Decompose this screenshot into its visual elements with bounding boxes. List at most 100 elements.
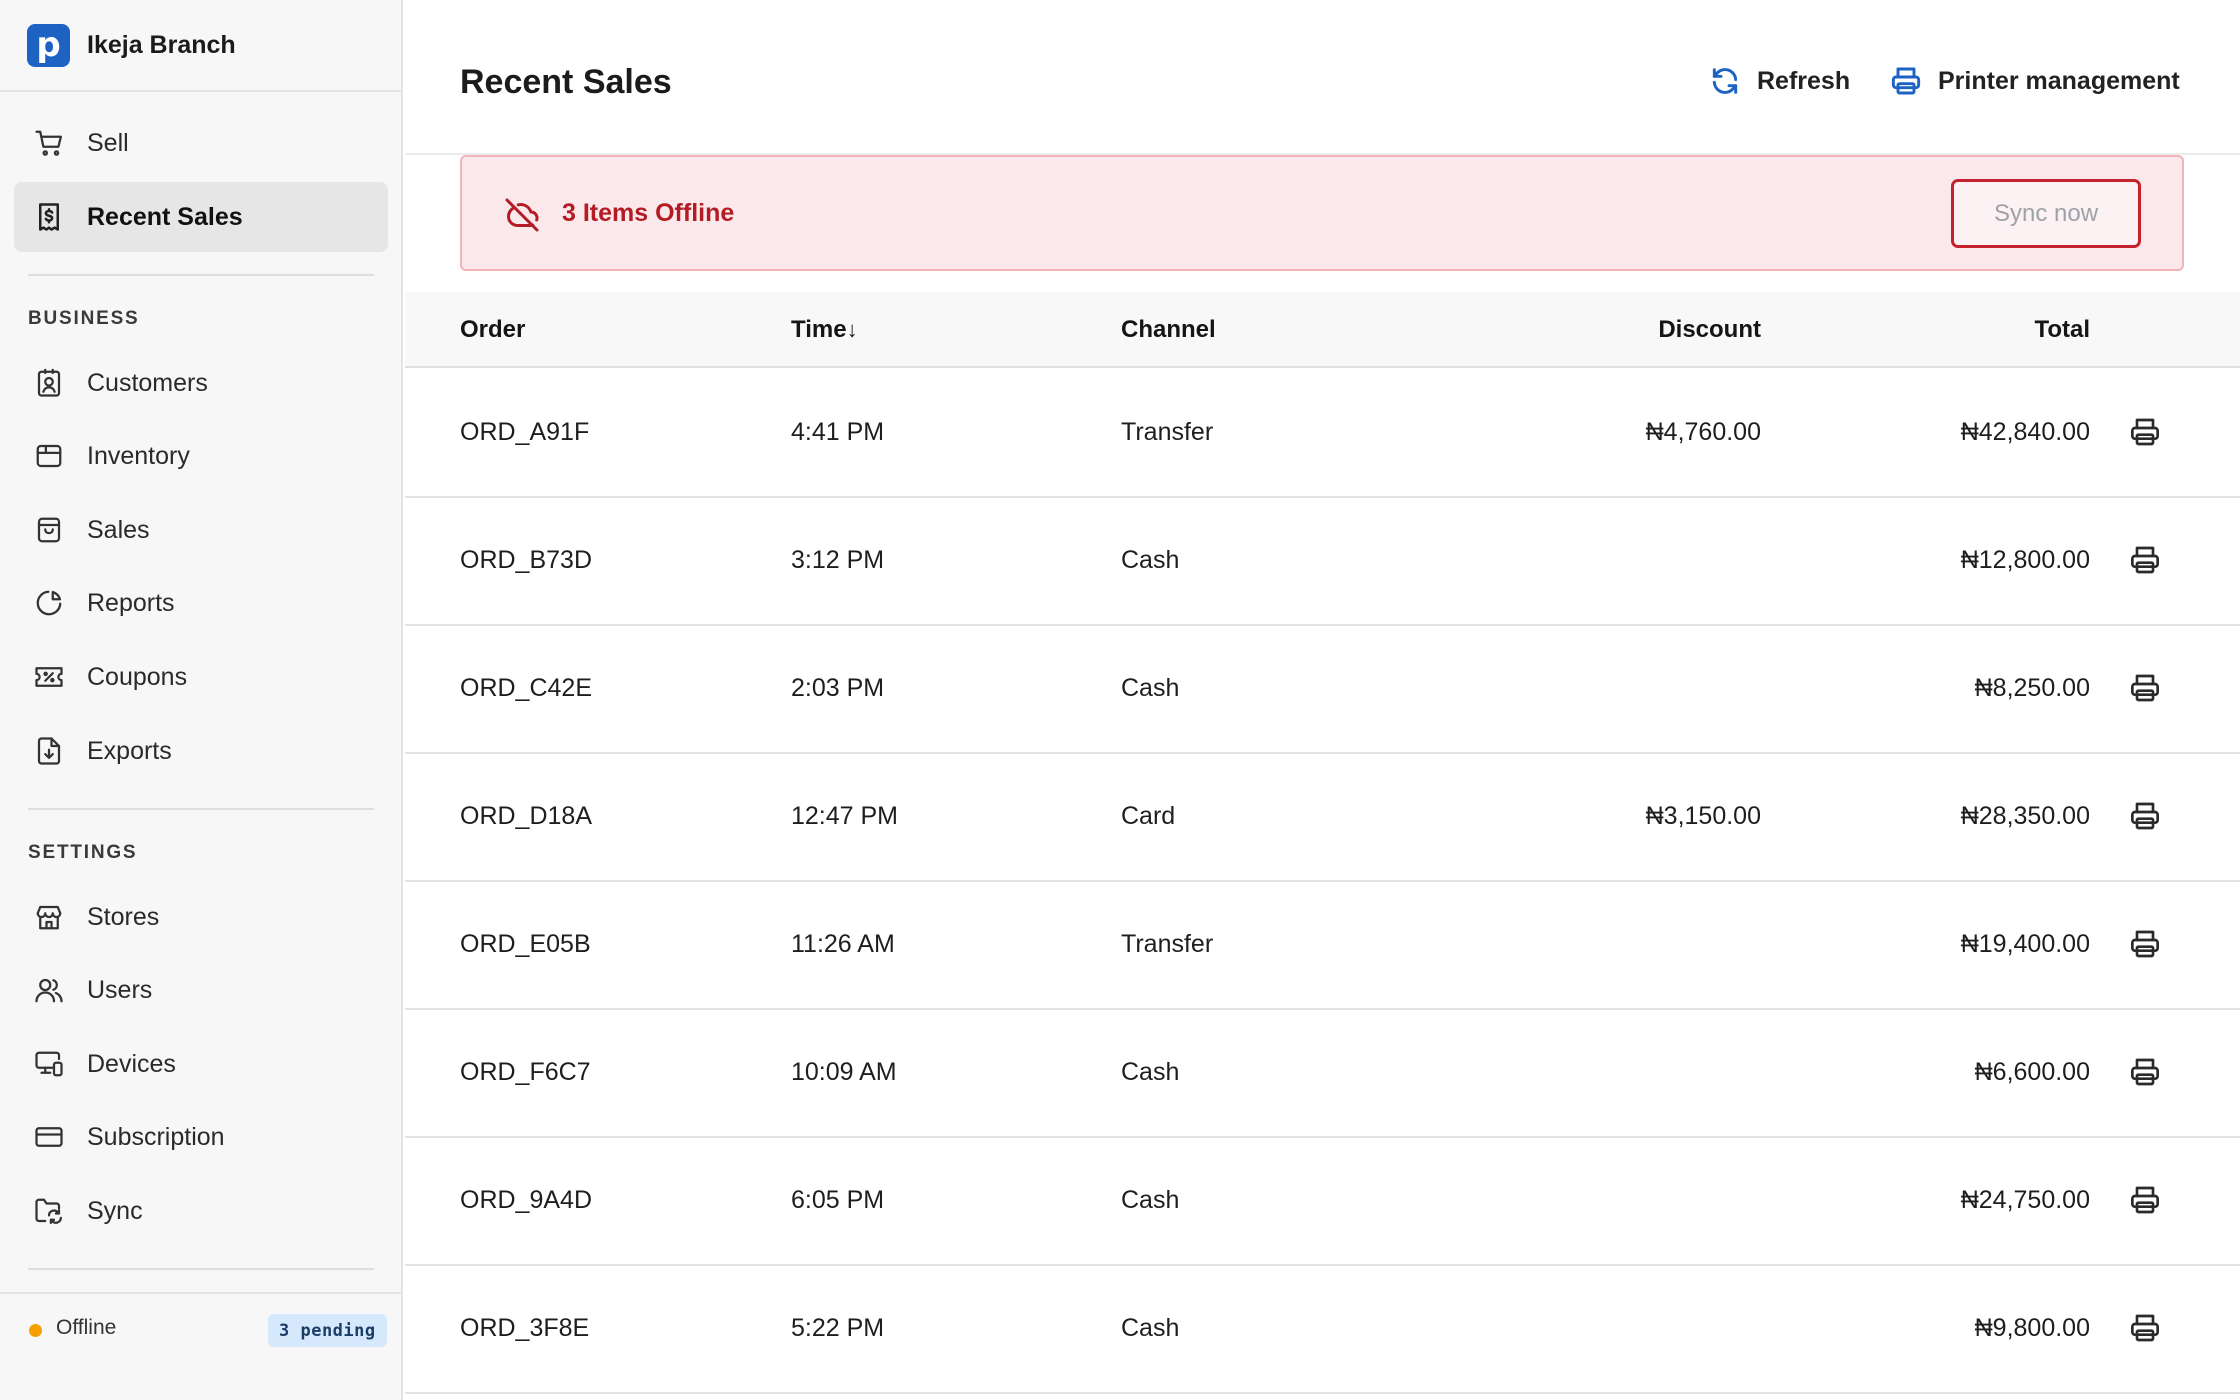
order-total: ₦9,800.00 bbox=[1974, 1314, 2090, 1342]
order-id: ORD_B73D bbox=[460, 546, 592, 574]
sidebar-item-sync[interactable]: Sync bbox=[14, 1176, 388, 1246]
order-total: ₦12,800.00 bbox=[1960, 546, 2090, 574]
sidebar-item-sales[interactable]: Sales bbox=[14, 495, 388, 565]
sidebar-item-sell[interactable]: Sell bbox=[14, 108, 388, 178]
column-header-order[interactable]: Order bbox=[460, 316, 525, 344]
order-id: ORD_3F8E bbox=[460, 1314, 590, 1342]
users-icon bbox=[34, 975, 64, 1005]
sidebar-item-label: Customers bbox=[87, 368, 208, 397]
column-header-channel[interactable]: Channel bbox=[1121, 316, 1216, 344]
branch-header[interactable]: p Ikeja Branch bbox=[0, 0, 401, 92]
print-receipt-button[interactable] bbox=[2127, 800, 2163, 836]
printer-icon bbox=[2129, 672, 2161, 709]
branch-name: Ikeja Branch bbox=[87, 30, 236, 59]
contact-card-icon bbox=[34, 368, 64, 398]
divider bbox=[28, 274, 374, 276]
refresh-icon bbox=[1708, 64, 1742, 98]
sidebar-item-label: Sell bbox=[87, 128, 129, 157]
printer-icon bbox=[2129, 1312, 2161, 1349]
order-time: 2:03 PM bbox=[791, 674, 885, 702]
print-receipt-button[interactable] bbox=[2127, 672, 2163, 708]
pie-chart-icon bbox=[34, 588, 64, 618]
order-total: ₦6,600.00 bbox=[1974, 1058, 2090, 1086]
sidebar-item-label: Sales bbox=[87, 515, 150, 544]
column-header-discount[interactable]: Discount bbox=[1658, 316, 1761, 344]
printer-icon bbox=[1889, 64, 1923, 98]
printer-icon bbox=[2129, 800, 2161, 837]
sidebar-item-stores[interactable]: Stores bbox=[14, 882, 388, 952]
sidebar-item-label: Stores bbox=[87, 902, 160, 931]
table-row[interactable]: ORD_A91F 4:41 PM Transfer ₦4,760.00 ₦42,840.… bbox=[405, 370, 2240, 498]
table-row[interactable]: ORD_C42E 2:03 PM Cash ₦8,250.00 bbox=[405, 626, 2240, 754]
printer-icon bbox=[2129, 416, 2161, 453]
sidebar-item-exports[interactable]: Exports bbox=[14, 716, 388, 786]
sidebar: p Ikeja Branch Sell Recent Sales BUSINES… bbox=[0, 0, 403, 1400]
print-receipt-button[interactable] bbox=[2127, 1184, 2163, 1220]
devices-icon bbox=[34, 1049, 64, 1079]
order-channel: Transfer bbox=[1121, 418, 1214, 446]
app-logo: p bbox=[27, 23, 70, 67]
cart-icon bbox=[34, 128, 64, 158]
order-total: ₦8,250.00 bbox=[1974, 674, 2090, 702]
order-total: ₦42,840.00 bbox=[1960, 418, 2090, 446]
order-time: 3:12 PM bbox=[791, 546, 885, 574]
shopping-bag-icon bbox=[34, 515, 64, 545]
printer-icon bbox=[2129, 928, 2161, 965]
order-channel: Cash bbox=[1121, 1058, 1180, 1086]
print-receipt-button[interactable] bbox=[2127, 1312, 2163, 1348]
print-receipt-button[interactable] bbox=[2127, 928, 2163, 964]
order-total: ₦24,750.00 bbox=[1960, 1186, 2090, 1214]
sidebar-item-label: Exports bbox=[87, 736, 172, 765]
sync-now-button[interactable]: Sync now bbox=[1951, 179, 2141, 248]
sidebar-item-label: Coupons bbox=[87, 662, 188, 691]
page-title: Recent Sales bbox=[460, 63, 672, 101]
print-receipt-button[interactable] bbox=[2127, 416, 2163, 452]
store-icon bbox=[34, 902, 64, 932]
refresh-button[interactable]: Refresh bbox=[1708, 64, 1850, 98]
table-row[interactable]: ORD_F6C7 10:09 AM Cash ₦6,600.00 bbox=[405, 1010, 2240, 1138]
sidebar-item-recent-sales[interactable]: Recent Sales bbox=[14, 182, 388, 252]
box-icon bbox=[34, 441, 64, 471]
order-discount: ₦4,760.00 bbox=[1645, 418, 1761, 446]
table-row[interactable]: ORD_D18A 12:47 PM Card ₦3,150.00 ₦28,350.00 bbox=[405, 754, 2240, 882]
sidebar-item-label: Sync bbox=[87, 1196, 143, 1225]
sidebar-item-users[interactable]: Users bbox=[14, 955, 388, 1025]
table-row[interactable]: ORD_B73D 3:12 PM Cash ₦12,800.00 bbox=[405, 498, 2240, 626]
order-channel: Cash bbox=[1121, 546, 1180, 574]
offline-status-dot bbox=[29, 1324, 42, 1337]
sidebar-item-label: Devices bbox=[87, 1049, 176, 1078]
sidebar-item-label: Reports bbox=[87, 588, 175, 617]
offline-message: 3 Items Offline bbox=[562, 199, 735, 227]
receipt-dollar-icon bbox=[34, 202, 64, 232]
file-download-icon bbox=[34, 736, 64, 766]
table-row[interactable]: ORD_9A4D 6:05 PM Cash ₦24,750.00 bbox=[405, 1138, 2240, 1266]
order-id: ORD_C42E bbox=[460, 674, 592, 702]
print-receipt-button[interactable] bbox=[2127, 1056, 2163, 1092]
offline-banner: 3 Items Offline Sync now bbox=[460, 155, 2184, 271]
order-channel: Cash bbox=[1121, 1186, 1180, 1214]
refresh-label: Refresh bbox=[1757, 66, 1851, 95]
order-id: ORD_F6C7 bbox=[460, 1058, 591, 1086]
sidebar-item-coupons[interactable]: Coupons bbox=[14, 642, 388, 712]
order-id: ORD_A91F bbox=[460, 418, 590, 446]
printer-management-button[interactable]: Printer management bbox=[1889, 64, 2180, 98]
print-receipt-button[interactable] bbox=[2127, 544, 2163, 580]
sidebar-item-customers[interactable]: Customers bbox=[14, 348, 388, 418]
sidebar-item-subscription[interactable]: Subscription bbox=[14, 1102, 388, 1172]
printer-icon bbox=[2129, 544, 2161, 581]
printer-icon bbox=[2129, 1184, 2161, 1221]
order-id: ORD_D18A bbox=[460, 802, 592, 830]
column-header-total[interactable]: Total bbox=[2034, 316, 2090, 344]
sidebar-item-reports[interactable]: Reports bbox=[14, 568, 388, 638]
column-header-time[interactable]: Time↓ bbox=[791, 316, 858, 344]
pending-badge[interactable]: 3 pending bbox=[268, 1314, 387, 1347]
sidebar-item-devices[interactable]: Devices bbox=[14, 1029, 388, 1099]
table-row[interactable]: ORD_E05B 11:26 AM Transfer ₦19,400.00 bbox=[405, 882, 2240, 1010]
table-header: Order Time↓ Channel Discount Total bbox=[405, 292, 2240, 368]
order-time: 5:22 PM bbox=[791, 1314, 885, 1342]
order-discount: ₦3,150.00 bbox=[1645, 802, 1761, 830]
sidebar-item-label: Users bbox=[87, 975, 153, 1004]
table-row[interactable]: ORD_3F8E 5:22 PM Cash ₦9,800.00 bbox=[405, 1266, 2240, 1394]
sidebar-item-inventory[interactable]: Inventory bbox=[14, 421, 388, 491]
order-total: ₦19,400.00 bbox=[1960, 930, 2090, 958]
